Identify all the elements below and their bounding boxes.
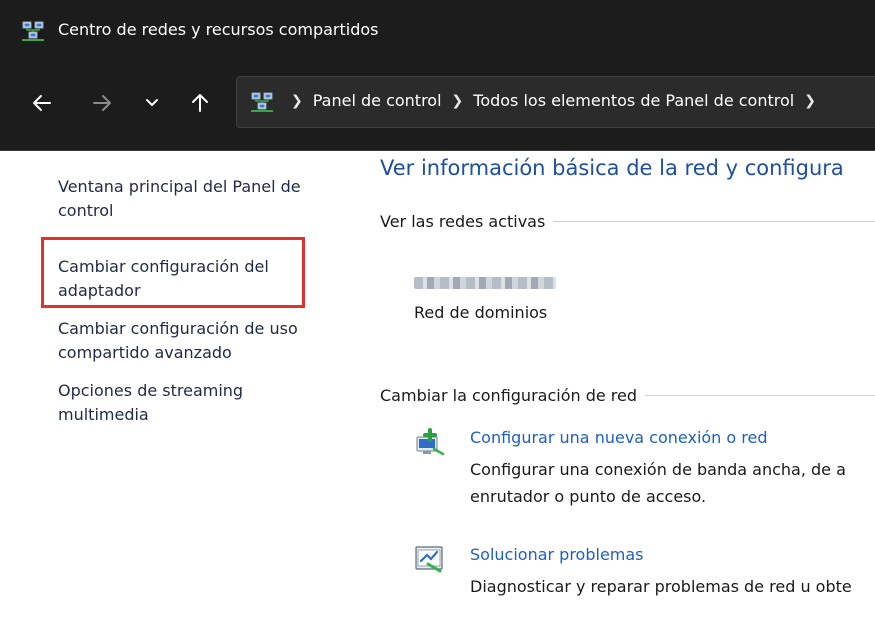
forward-button[interactable] (86, 88, 118, 118)
active-networks-section-header: Ver las redes activas (380, 212, 875, 231)
title-bar: Centro de redes y recursos compartidos (0, 0, 875, 62)
page-title: Ver información básica de la red y confi… (380, 156, 844, 180)
divider (553, 221, 875, 222)
arrow-up-icon (192, 94, 208, 112)
network-center-icon (22, 21, 44, 41)
navigation-bar: ❯ Panel de control ❯ Todos los elementos… (0, 62, 875, 151)
back-button[interactable] (26, 88, 58, 118)
chevron-right-icon[interactable]: ❯ (291, 93, 303, 109)
setup-new-connection-description: Configurar una conexión de banda ancha, … (470, 456, 875, 510)
description-line: Diagnosticar y reparar problemas de red … (470, 577, 852, 596)
description-line: enrutador o punto de acceso. (470, 487, 707, 506)
arrow-right-icon (93, 95, 111, 111)
chevron-right-icon[interactable]: ❯ (452, 93, 464, 109)
breadcrumb-control-panel[interactable]: Panel de control (313, 91, 442, 110)
chevron-down-icon (146, 99, 158, 106)
divider (645, 395, 875, 396)
change-settings-heading: Cambiar la configuración de red (380, 386, 638, 405)
setup-new-connection-link[interactable]: Configurar una nueva conexión o red (470, 428, 768, 447)
chevron-right-icon[interactable]: ❯ (804, 93, 816, 109)
control-panel-icon (251, 92, 273, 112)
sidebar-item-change-adapter-settings[interactable]: Cambiar configuración del adaptador (58, 255, 298, 303)
up-button[interactable] (184, 88, 216, 118)
new-connection-icon (416, 428, 445, 456)
network-type-label: Red de dominios (414, 303, 548, 322)
main-content: Ver información básica de la red y confi… (380, 151, 875, 631)
change-settings-section-header: Cambiar la configuración de red (380, 386, 875, 405)
active-networks-heading: Ver las redes activas (380, 212, 546, 231)
troubleshoot-description: Diagnosticar y reparar problemas de red … (470, 573, 875, 600)
troubleshoot-icon (415, 546, 443, 573)
window-title: Centro de redes y recursos compartidos (58, 20, 379, 39)
network-name-redacted (414, 277, 556, 289)
sidebar-item-control-panel-home[interactable]: Ventana principal del Panel de control (58, 175, 343, 223)
recent-locations-button[interactable] (136, 88, 168, 118)
sidebar-item-media-streaming-options[interactable]: Opciones de streaming multimedia (58, 379, 288, 427)
description-line: Configurar una conexión de banda ancha, … (470, 460, 846, 479)
address-bar[interactable]: ❯ Panel de control ❯ Todos los elementos… (236, 76, 875, 128)
troubleshoot-link[interactable]: Solucionar problemas (470, 545, 644, 564)
network-sharing-center-window: Centro de redes y recursos compartidos ❯… (0, 0, 875, 631)
breadcrumb: ❯ Panel de control ❯ Todos los elementos… (281, 91, 826, 110)
breadcrumb-all-control-panel-items[interactable]: Todos los elementos de Panel de control (473, 91, 794, 110)
arrow-left-icon (33, 95, 51, 111)
left-navigation-pane: Ventana principal del Panel de control C… (0, 151, 350, 631)
sidebar-item-advanced-sharing-settings[interactable]: Cambiar configuración de uso compartido … (58, 317, 333, 365)
